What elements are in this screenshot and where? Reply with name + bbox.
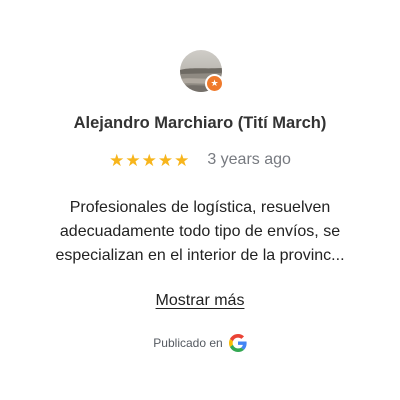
show-more-link[interactable]: Mostrar más xyxy=(156,292,245,309)
google-logo-icon xyxy=(228,334,247,352)
star-icon: ★ xyxy=(109,150,125,170)
review-text-line: Profesionales de logística, resuelven xyxy=(69,199,331,216)
star-rating: ★ ★ ★ ★ ★ xyxy=(109,152,189,169)
review-text-line: adecuadamente todo tipo de envíos, se xyxy=(59,223,341,240)
published-on: Publicado en xyxy=(0,334,400,352)
star-icon: ★ xyxy=(157,150,174,170)
star-icon: ★ xyxy=(174,150,190,170)
rating-row: ★ ★ ★ ★ ★ 3 years ago xyxy=(0,151,400,169)
review-date: 3 years ago xyxy=(207,151,291,168)
reviewer-avatar[interactable]: ★ xyxy=(180,50,224,93)
local-guide-star-icon: ★ xyxy=(205,74,224,93)
star-icon: ★ xyxy=(141,150,157,170)
star-icon: ★ xyxy=(125,150,141,170)
review-text: Profesionales de logística, resuelven ad… xyxy=(40,196,360,268)
review-text-line: especializan en el interior de la provin… xyxy=(55,247,345,264)
published-label: Publicado en xyxy=(153,336,223,350)
show-more-container: Mostrar más xyxy=(0,292,400,310)
reviewer-name[interactable]: Alejandro Marchiaro (Tití March) xyxy=(0,114,400,133)
review-card: ★ Alejandro Marchiaro (Tití March) ★ ★ ★… xyxy=(0,0,400,400)
